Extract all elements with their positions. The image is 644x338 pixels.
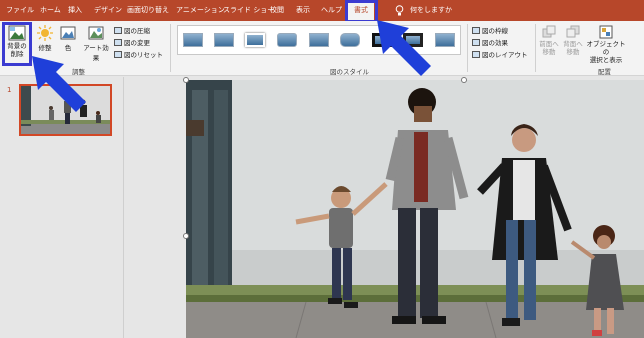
style-thumb[interactable] <box>277 33 297 47</box>
ribbon-tab-bar: ファイル ホーム 挿入 デザイン 画面切り替え アニメーション スライド ショー… <box>0 0 644 21</box>
arrow-to-format-tab-icon <box>377 20 431 76</box>
tab-animations[interactable]: アニメーション <box>176 0 225 21</box>
color-label: 色 <box>64 44 72 52</box>
bring-forward-button[interactable]: 前面へ 移動 <box>538 25 560 56</box>
color-icon <box>60 26 76 40</box>
style-thumb[interactable] <box>309 33 329 47</box>
picture-effects-button[interactable]: 図の効果 <box>472 37 508 47</box>
sun-icon <box>37 25 53 41</box>
family-walking-photo <box>186 80 644 338</box>
picture-layout-label: 図のレイアウト <box>482 51 528 59</box>
reset-picture-icon <box>114 50 122 58</box>
tab-help[interactable]: ヘルプ <box>321 0 342 21</box>
corrections-button[interactable]: 修整 <box>34 25 56 52</box>
reset-picture-label: 図のリセット <box>124 51 163 59</box>
compress-icon <box>114 26 122 34</box>
compress-label: 図の圧縮 <box>124 27 150 35</box>
tab-transitions[interactable]: 画面切り替え <box>127 0 169 21</box>
layout-icon <box>472 50 480 58</box>
selection-pane-icon <box>599 25 613 39</box>
remove-background-highlight <box>2 22 32 66</box>
style-thumb[interactable] <box>183 33 203 47</box>
corrections-label: 修整 <box>38 44 52 52</box>
tab-view[interactable]: 表示 <box>296 0 310 21</box>
selection-pane-label: オブジェクトの 選択と表示 <box>586 40 626 64</box>
style-thumb[interactable] <box>340 33 360 47</box>
picture-border-button[interactable]: 図の枠線 <box>472 25 508 35</box>
bring-forward-label: 前面へ 移動 <box>539 40 559 56</box>
picture-layout-button[interactable]: 図のレイアウト <box>472 49 528 59</box>
tab-review[interactable]: 校閲 <box>270 0 284 21</box>
style-thumb[interactable] <box>214 33 234 47</box>
bring-forward-icon <box>542 25 556 38</box>
change-picture-button[interactable]: 図の変更 <box>114 37 150 47</box>
resize-handle[interactable] <box>183 233 189 239</box>
selection-pane-button[interactable]: オブジェクトの 選択と表示 <box>586 25 626 64</box>
resize-handle[interactable] <box>461 77 467 83</box>
style-thumb[interactable] <box>245 33 265 47</box>
format-tab-highlight <box>345 0 378 23</box>
color-button[interactable]: 色 <box>58 25 78 52</box>
send-backward-icon <box>566 25 580 38</box>
lightbulb-icon <box>395 5 404 16</box>
arrow-to-remove-background-icon <box>32 56 86 112</box>
picture-effects-label: 図の効果 <box>482 39 508 47</box>
ribbon: 背景の 削除 修整 色 アート効果 図の圧縮 図の変更 図のリセット 調整 図の… <box>0 21 644 76</box>
arrange-group-label: 配置 <box>598 68 611 76</box>
tab-home[interactable]: ホーム <box>40 0 61 21</box>
tab-file[interactable]: ファイル <box>6 0 34 21</box>
tab-slideshow[interactable]: スライド ショー <box>223 0 274 21</box>
style-thumb[interactable] <box>435 33 455 47</box>
tab-design[interactable]: デザイン <box>94 0 122 21</box>
change-picture-label: 図の変更 <box>124 39 150 47</box>
border-icon <box>472 26 480 34</box>
group-separator <box>170 24 171 72</box>
artistic-effects-icon <box>88 26 104 40</box>
change-picture-icon <box>114 38 122 46</box>
styles-group-label: 図のスタイル <box>330 68 369 76</box>
compress-pictures-button[interactable]: 図の圧縮 <box>114 25 150 35</box>
resize-handle[interactable] <box>183 77 189 83</box>
send-backward-button[interactable]: 背面へ 移動 <box>562 25 584 56</box>
slide-photo[interactable] <box>186 80 644 338</box>
slide-number: 1 <box>7 86 12 94</box>
group-separator <box>467 24 468 72</box>
reset-picture-button[interactable]: 図のリセット <box>114 49 163 59</box>
send-backward-label: 背面へ 移動 <box>563 40 583 56</box>
tab-insert[interactable]: 挿入 <box>68 0 82 21</box>
effects-icon <box>472 38 480 46</box>
picture-border-label: 図の枠線 <box>482 27 508 35</box>
group-separator <box>535 24 536 72</box>
